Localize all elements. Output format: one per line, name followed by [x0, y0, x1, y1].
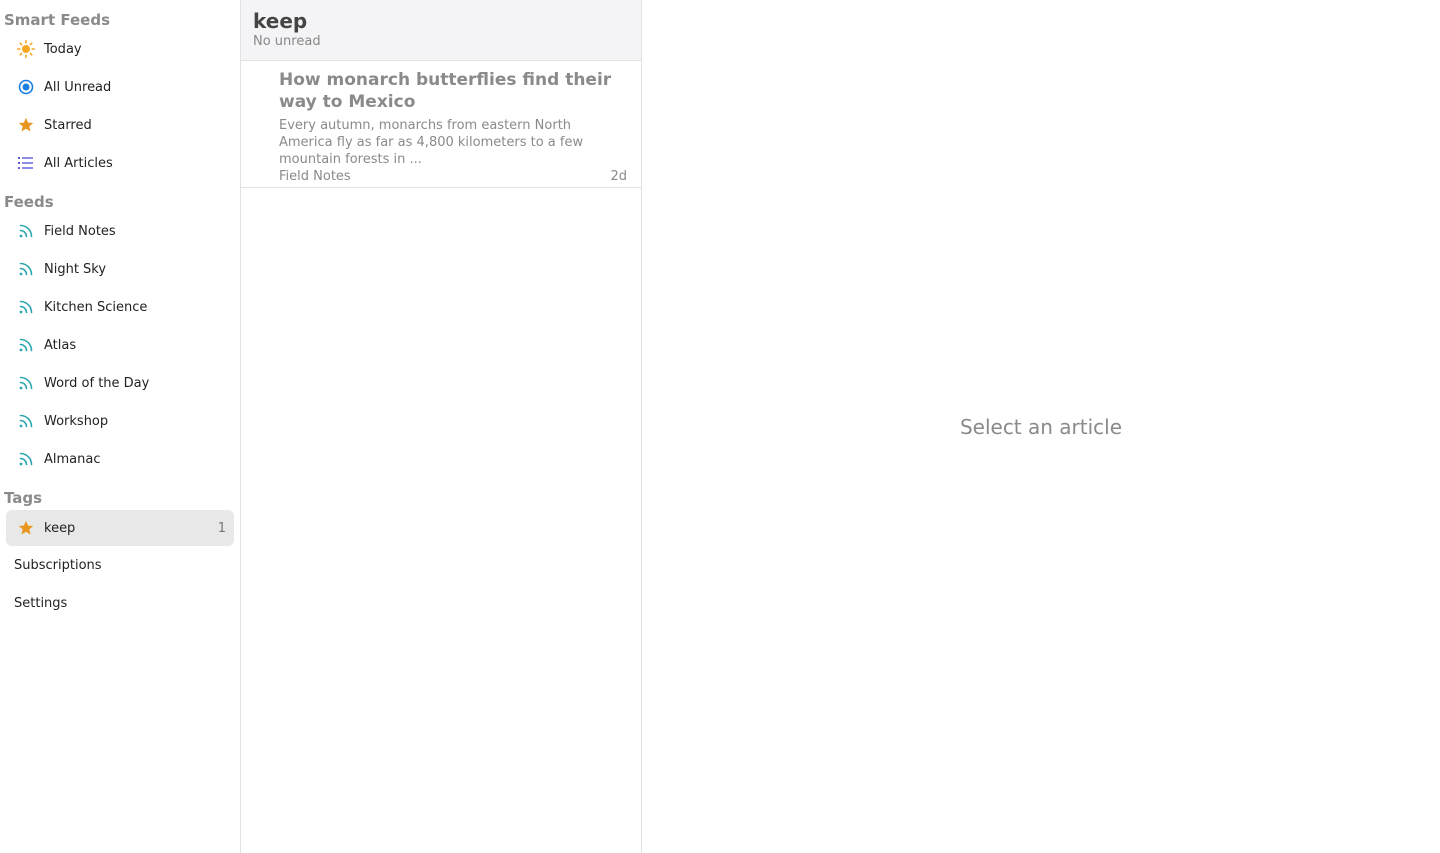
unread-circle-icon: [16, 77, 36, 97]
list-subtitle: No unread: [253, 34, 321, 49]
sidebar-item-kitchen-science[interactable]: Kitchen Science: [6, 289, 234, 325]
sidebar-item-label: Almanac: [44, 451, 101, 467]
rss-icon: [16, 335, 36, 355]
sidebar-item-tag-keep[interactable]: keep 1: [6, 510, 234, 546]
sidebar-item-all-articles[interactable]: All Articles: [6, 145, 234, 181]
empty-state-text: Select an article: [959, 414, 1123, 439]
sidebar-item-label: Starred: [44, 117, 92, 133]
reader-pane: Select an article: [642, 0, 1440, 853]
sidebar: Smart Feeds Today All Unread Starred All…: [0, 0, 241, 853]
rss-icon: [16, 259, 36, 279]
unread-count-badge: 1: [217, 520, 226, 536]
smart-feeds-header: Smart Feeds: [4, 11, 110, 29]
sidebar-item-atlas[interactable]: Atlas: [6, 327, 234, 363]
article-age: 2d: [610, 169, 627, 184]
sidebar-item-label: Field Notes: [44, 223, 116, 239]
article-meta: Field Notes 2d: [279, 169, 627, 185]
sidebar-item-label: keep: [44, 520, 76, 536]
tags-header: Tags: [4, 489, 43, 507]
sidebar-item-label: Kitchen Science: [44, 299, 148, 315]
sidebar-item-almanac[interactable]: Almanac: [6, 441, 234, 477]
subscriptions-link[interactable]: Subscriptions: [6, 547, 234, 583]
rss-icon: [16, 373, 36, 393]
article-list-pane: keep No unread How monarch butterflies f…: [241, 0, 642, 853]
rss-icon: [16, 221, 36, 241]
rss-icon: [16, 297, 36, 317]
sidebar-item-label: All Unread: [44, 79, 112, 95]
article-title: How monarch butterflies find their way t…: [279, 70, 612, 112]
list-title: keep: [253, 9, 308, 33]
sidebar-item-night-sky[interactable]: Night Sky: [6, 251, 234, 287]
sidebar-item-label: Today: [44, 41, 82, 57]
sun-icon: [16, 39, 36, 59]
sidebar-item-label: Word of the Day: [44, 375, 150, 391]
sidebar-item-label: All Articles: [44, 155, 113, 171]
sidebar-item-label: Night Sky: [44, 261, 107, 277]
sidebar-item-workshop[interactable]: Workshop: [6, 403, 234, 439]
settings-link[interactable]: Settings: [6, 585, 234, 621]
sidebar-item-all-unread[interactable]: All Unread: [6, 69, 234, 105]
star-icon: [16, 115, 36, 135]
article-summary: Every autumn, monarchs from eastern Nort…: [279, 118, 584, 167]
list-header: keep No unread: [241, 0, 641, 61]
article-feed-name: Field Notes: [279, 169, 351, 184]
app-window: Smart Feeds Today All Unread Starred All…: [0, 0, 1440, 853]
sidebar-item-label: Atlas: [44, 337, 77, 353]
sidebar-item-label: Workshop: [44, 413, 109, 429]
star-icon: [16, 518, 36, 538]
list-icon: [16, 153, 36, 173]
sidebar-item-today[interactable]: Today: [6, 31, 234, 67]
feeds-header: Feeds: [4, 193, 54, 211]
sidebar-item-starred[interactable]: Starred: [6, 107, 234, 143]
article-row[interactable]: How monarch butterflies find their way t…: [241, 61, 641, 188]
sidebar-item-field-notes[interactable]: Field Notes: [6, 213, 234, 249]
sidebar-item-word-of-the-day[interactable]: Word of the Day: [6, 365, 234, 401]
rss-icon: [16, 411, 36, 431]
rss-icon: [16, 449, 36, 469]
